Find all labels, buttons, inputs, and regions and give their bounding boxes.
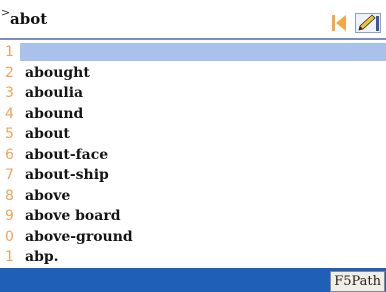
candidate-number: 3 bbox=[5, 85, 14, 101]
input-row: > abot bbox=[0, 0, 386, 38]
candidate-item[interactable]: 4 abound bbox=[0, 103, 386, 124]
candidate-number: 9 bbox=[5, 208, 14, 224]
candidate-number: 7 bbox=[5, 167, 14, 183]
candidate-word: above-ground bbox=[25, 228, 133, 245]
candidate-item[interactable]: 7 about-ship bbox=[0, 164, 386, 185]
candidate-item[interactable]: 6 about-face bbox=[0, 144, 386, 165]
f5path-button[interactable]: F5Path bbox=[330, 271, 385, 292]
candidate-number: 2 bbox=[5, 64, 14, 81]
candidate-number: 5 bbox=[5, 126, 14, 142]
candidate-word: above board bbox=[25, 208, 121, 224]
candidate-word: abp. bbox=[25, 249, 59, 265]
candidate-word: aboulia bbox=[25, 85, 84, 101]
candidate-word: above bbox=[25, 187, 71, 204]
candidate-item[interactable]: 5 about bbox=[0, 123, 386, 144]
candidate-item[interactable]: 0 above-ground bbox=[0, 226, 386, 247]
candidate-number: 8 bbox=[5, 187, 14, 204]
prev-arrow-icon[interactable] bbox=[332, 13, 348, 33]
candidate-item[interactable]: 2 abought bbox=[0, 62, 386, 83]
candidate-item[interactable]: 9 above board bbox=[0, 205, 386, 226]
ime-window: > abot 1 2 abought 3 aboulia 4 abound 5 about 6 ab… bbox=[0, 0, 386, 292]
candidate-word: about bbox=[25, 126, 70, 142]
candidate-number: 0 bbox=[5, 228, 14, 245]
candidate-word: about-face bbox=[25, 146, 109, 163]
pencil-icon[interactable] bbox=[355, 13, 381, 33]
candidate-number: 1 bbox=[5, 44, 14, 60]
candidate-item[interactable]: 1 abp. bbox=[0, 246, 386, 267]
status-bar: F5Path bbox=[0, 268, 386, 292]
candidate-item[interactable]: 3 aboulia bbox=[0, 82, 386, 103]
candidate-number: 1 bbox=[5, 249, 14, 265]
input-text[interactable]: abot bbox=[10, 9, 47, 29]
candidate-list: 1 2 abought 3 aboulia 4 abound 5 about 6 about-fac… bbox=[0, 41, 386, 267]
candidate-word: abought bbox=[25, 64, 90, 81]
candidate-number: 6 bbox=[5, 146, 14, 163]
candidate-word: about-ship bbox=[25, 167, 109, 183]
candidate-number: 4 bbox=[5, 105, 14, 122]
candidate-item[interactable]: 1 bbox=[0, 41, 386, 62]
candidate-item[interactable]: 8 above bbox=[0, 185, 386, 206]
divider bbox=[0, 38, 386, 40]
selection-highlight bbox=[20, 43, 386, 61]
caret-icon: > bbox=[1, 6, 11, 19]
candidate-word: abound bbox=[25, 105, 84, 122]
